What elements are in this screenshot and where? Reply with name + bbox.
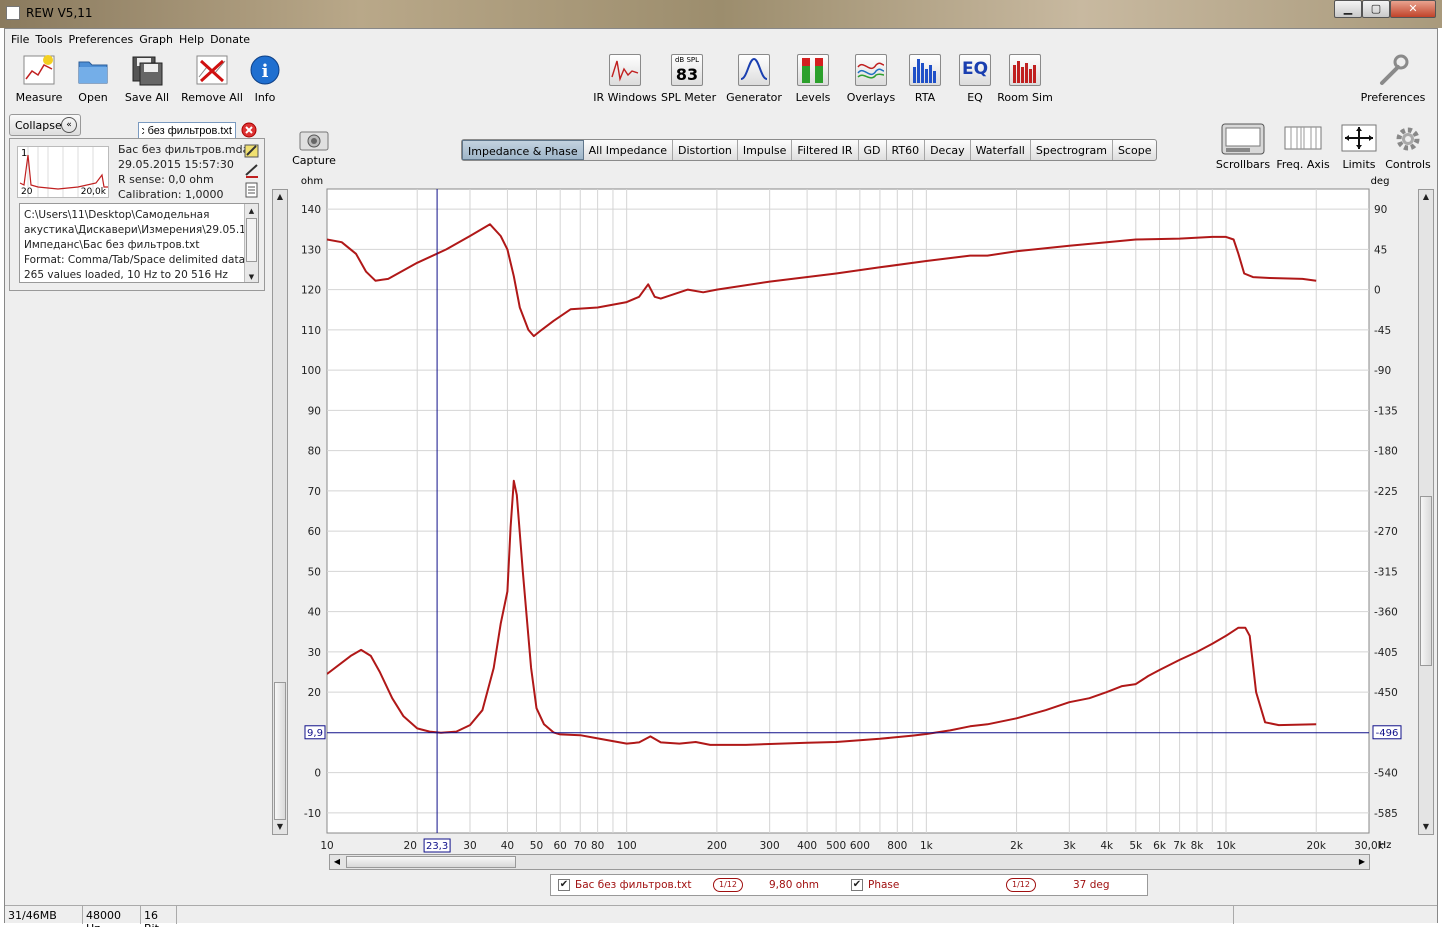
x-tick-label: 70 [574,840,587,852]
status-empty [1233,906,1437,924]
legend-phase-value: 37 deg [1073,879,1110,891]
y-tick-label: -10 [304,808,321,820]
x-tick-label: 20k [1307,840,1327,852]
x-tick-label: 300 [760,840,780,852]
frequency-scroll-thumb[interactable] [346,856,516,868]
y-tick-label: 30 [308,647,321,659]
x-tick-label: 10 [320,840,333,852]
x-tick-label: 3k [1063,840,1077,852]
status-bar: 31/46MB 48000 Hz 16 Bit [5,905,1437,927]
y2-tick-label: -360 [1374,607,1398,619]
bit-depth-status: 16 Bit [141,906,177,927]
legend-series-name: Бас без фильтров.txt [575,879,692,891]
y2-tick-label: -540 [1374,768,1398,780]
y2-tick-label: -180 [1374,446,1398,458]
y2-tick-label: -45 [1374,325,1391,337]
y-tick-label: 20 [308,687,321,699]
y2-axis-unit-label: deg [1371,176,1390,187]
memory-status: 31/46MB [5,906,83,924]
legend-phase-name: Phase [868,879,900,891]
x-tick-label: 10k [1216,840,1236,852]
x-tick-label: 800 [887,840,907,852]
legend-series-value: 9,80 ohm [769,879,820,891]
y-tick-label: 120 [301,285,321,297]
x-tick-label: 7k [1173,840,1187,852]
y-tick-label: 70 [308,486,321,498]
x-tick-label: 40 [501,840,514,852]
window-controls: ▁ ▢ ✕ [1334,0,1436,18]
chart-grid [326,188,1370,834]
x-tick-label: 20 [404,840,417,852]
y-axis-unit-label: ohm [301,176,323,187]
x-tick-label: 500 [826,840,846,852]
y2-tick-label: -585 [1374,808,1398,820]
y-tick-label: 110 [301,325,321,337]
title-bar: REW V5,11 ▁ ▢ ✕ [0,0,1442,28]
window-title: REW V5,11 [26,6,93,20]
sample-rate-status: 48000 Hz [83,906,141,927]
y-tick-label: 80 [308,446,321,458]
smoothing-button[interactable]: 1/12 [713,878,743,892]
cursor-y-label: 9,9 [307,728,323,739]
y-tick-label: 100 [301,365,321,377]
scroll-right-arrow-icon[interactable]: ▶ [1355,855,1369,869]
x-tick-label: 50 [530,840,543,852]
y2-tick-label: -270 [1374,526,1398,538]
cursor-y2-label: -496 [1376,728,1399,739]
app-frame: File Tools Preferences Graph Help Donate… [4,28,1438,927]
x-tick-label: 100 [617,840,637,852]
graph-legend: ✔ Бас без фильтров.txt 1/12 9,80 ohm ✔ P… [550,874,1148,896]
y2-tick-label: -225 [1374,486,1398,498]
y-tick-label: 50 [308,566,321,578]
x-tick-label: 6k [1153,840,1167,852]
x-tick-label: 30 [463,840,476,852]
minimize-button[interactable]: ▁ [1334,0,1362,18]
x-tick-label: 4k [1100,840,1114,852]
app-icon [6,6,20,20]
y-tick-label: 140 [301,204,321,216]
x-tick-label: 2k [1010,840,1024,852]
y-tick-label: 130 [301,244,321,256]
scroll-left-arrow-icon[interactable]: ◀ [330,855,344,869]
maximize-button[interactable]: ▢ [1362,0,1390,18]
close-button[interactable]: ✕ [1390,0,1436,18]
y2-tick-label: -135 [1374,405,1398,417]
phase-checkbox[interactable]: ✔ [851,879,863,891]
y2-tick-label: -405 [1374,647,1398,659]
y2-tick-label: -315 [1374,566,1398,578]
y2-tick-label: -90 [1374,365,1391,377]
cursor-x-label: 23,3 [426,841,448,852]
x-tick-label: 30,0k [1354,840,1384,852]
y2-tick-label: 90 [1374,204,1387,216]
y-tick-label: 40 [308,607,321,619]
y-tick-label: 90 [308,405,321,417]
y-tick-label: 0 [314,768,321,780]
frequency-scrollbar[interactable]: ◀ ▶ [329,854,1370,870]
x-tick-label: 200 [707,840,727,852]
x-tick-label: 600 [850,840,870,852]
phase-smoothing-button[interactable]: 1/12 [1006,878,1036,892]
x-tick-label: 1k [920,840,934,852]
x-tick-label: 400 [797,840,817,852]
y2-tick-label: -450 [1374,687,1398,699]
x-tick-label: 80 [591,840,604,852]
y-tick-label: 60 [308,526,321,538]
x-tick-label: 5k [1129,840,1143,852]
y2-tick-label: 0 [1374,285,1381,297]
x-tick-label: 60 [554,840,567,852]
y2-tick-label: 45 [1374,244,1387,256]
impedance-phase-chart[interactable]: ohm deg Hz 14013012011010090807060504030… [5,29,1437,905]
series-checkbox[interactable]: ✔ [558,879,570,891]
x-tick-label: 8k [1191,840,1205,852]
